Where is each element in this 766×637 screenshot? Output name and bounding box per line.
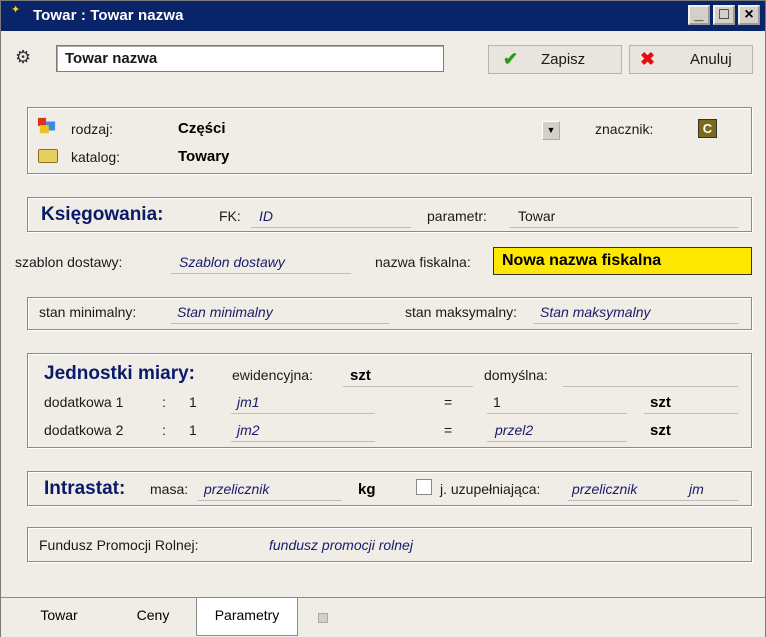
extra-unit-1-underline [231,413,375,414]
maximize-button[interactable]: □ [713,5,735,25]
max-stock-field[interactable]: Stan maksymalny [540,304,650,320]
delivery-template-underline [171,273,351,274]
extra-unit-1-label: dodatkowa 1 [44,394,124,410]
extra-unit-2-factor[interactable]: przel2 [495,422,533,438]
mass-field[interactable]: przelicznik [204,481,269,497]
accounting-heading: Księgowania: [41,204,164,225]
close-button[interactable]: × [738,5,760,25]
extra-unit-1-qty[interactable]: 1 [189,394,197,410]
supplementary-unit-field[interactable]: przelicznik [572,481,637,497]
extra-unit-1-field[interactable]: jm1 [237,394,260,410]
evid-unit-underline [343,386,473,387]
tab-grip-icon[interactable] [318,613,328,623]
units-heading: Jednostki miary: [44,363,195,384]
tab-parametry[interactable]: Parametry [196,598,298,636]
fk-label: FK: [219,208,241,224]
parameter-underline [510,227,738,228]
product-icon: ⚙ [15,47,32,67]
fk-field[interactable]: ID [259,208,273,224]
fk-underline [251,227,411,228]
fiscal-name-label: nazwa fiskalna: [375,254,471,270]
evid-unit-field[interactable]: szt [350,367,371,384]
min-stock-label: stan minimalny: [39,304,137,320]
delivery-template-label: szablon dostawy: [15,254,123,270]
evid-unit-label: ewidencyjna: [232,367,313,383]
mass-unit: kg [358,481,376,498]
product-window: ✦ Towar : Towar nazwa _ □ × ⚙ Towar nazw… [0,0,766,637]
min-stock-field[interactable]: Stan minimalny [177,304,273,320]
default-unit-label: domyślna: [484,367,548,383]
extra-unit-2-underline [231,441,375,442]
supplementary-unit-underline [568,500,738,501]
mass-label: masa: [150,481,189,497]
mass-underline [198,500,342,501]
intrastat-heading: Intrastat: [44,478,126,499]
tab-ceny[interactable]: Ceny [125,598,181,636]
default-unit-underline [563,386,738,387]
fiscal-name-field[interactable]: Nowa nazwa fiskalna [493,247,752,275]
fund-field[interactable]: fundusz promocji rolnej [269,537,413,553]
save-button[interactable]: ✔ Zapisz [488,45,622,74]
extra-unit-1-base-underline [644,413,738,414]
supplementary-unit-unit[interactable]: jm [689,481,704,497]
rodzaj-value: Części [178,120,226,137]
delivery-template-field[interactable]: Szablon dostawy [179,254,285,270]
product-type-icon [38,117,56,134]
fund-label: Fundusz Promocji Rolnej: [39,537,199,553]
parameter-field[interactable]: Towar [518,208,555,224]
window-title: Towar : Towar nazwa [33,7,184,24]
tab-towar[interactable]: Towar [33,598,85,636]
rodzaj-combo[interactable] [171,120,563,142]
extra-unit-1-eq: = [444,394,453,410]
minimize-button[interactable]: _ [688,5,710,25]
title-bar: ✦ Towar : Towar nazwa _ □ × [1,1,765,31]
znacznik-badge[interactable]: C [698,119,717,138]
toolbar: ⚙ Towar nazwa ✔ Zapisz ✖ Anuluj [1,33,765,105]
extra-unit-1-colon: : [162,394,166,410]
extra-unit-2-label: dodatkowa 2 [44,422,124,438]
extra-unit-1-base: szt [650,394,671,411]
extra-unit-2-field[interactable]: jm2 [237,422,260,438]
max-stock-label: stan maksymalny: [405,304,518,320]
cross-icon: ✖ [640,49,656,69]
max-stock-underline [534,323,738,324]
rodzaj-label: rodzaj: [71,121,114,137]
parameter-label: parametr: [427,208,487,224]
extra-unit-2-eq: = [444,422,453,438]
extra-unit-1-factor[interactable]: 1 [493,394,501,410]
checkmark-icon: ✔ [503,49,519,69]
extra-unit-2-base: szt [650,422,671,439]
product-name-field[interactable]: Towar nazwa [56,45,444,72]
chevron-down-icon[interactable]: ▼ [542,121,560,140]
cancel-button[interactable]: ✖ Anuluj [629,45,753,74]
extra-unit-2-qty[interactable]: 1 [189,422,197,438]
katalog-label: katalog: [71,149,121,165]
extra-unit-1-factor-underline [487,413,627,414]
tab-bar: Towar Ceny Parametry [1,597,765,637]
min-stock-underline [171,323,389,324]
katalog-value: Towary [178,148,230,165]
supplementary-unit-checkbox[interactable] [416,479,432,495]
extra-unit-2-colon: : [162,422,166,438]
znacznik-label: znacznik: [595,121,654,137]
folder-icon [38,149,58,163]
extra-unit-2-factor-underline [487,441,627,442]
app-icon: ✦ [11,4,21,16]
supplementary-unit-label: j. uzupełniająca: [440,481,541,497]
